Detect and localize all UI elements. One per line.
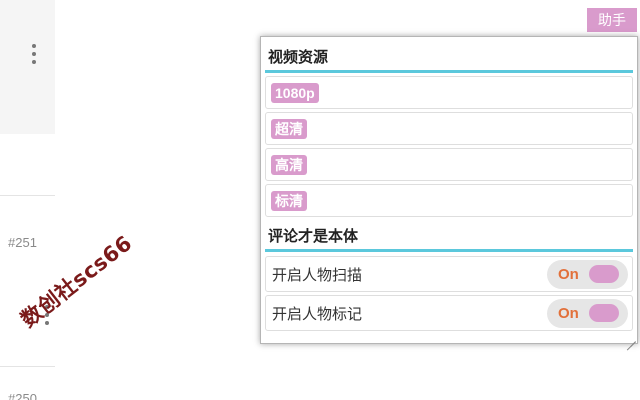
page: #251 #250 数创社scs66 助手 视频资源 1080p 超清 高清 标…	[0, 0, 640, 400]
comment-section-title: 评论才是本体	[265, 220, 633, 252]
video-section-title: 视频资源	[265, 41, 633, 73]
resource-item-super-hd[interactable]: 超清	[265, 112, 633, 145]
resource-label: 高清	[271, 154, 307, 175]
resource-item-sd[interactable]: 标清	[265, 184, 633, 217]
toggle-knob	[589, 304, 619, 322]
toggle-list: 开启人物扫描 On 开启人物标记 On	[265, 256, 633, 331]
resize-grip-icon[interactable]	[626, 332, 636, 351]
divider	[0, 195, 55, 196]
post-number: #250	[8, 391, 37, 400]
post-number: #251	[8, 235, 37, 250]
divider	[0, 366, 55, 367]
toggle-label: 开启人物标记	[272, 305, 363, 323]
resource-item-hd[interactable]: 高清	[265, 148, 633, 181]
mark-toggle[interactable]: On	[547, 298, 628, 328]
resource-item-1080p[interactable]: 1080p	[265, 76, 633, 109]
toggle-row-mark: 开启人物标记 On	[265, 295, 633, 331]
scan-toggle[interactable]: On	[547, 259, 628, 289]
toggle-state: On	[558, 265, 579, 283]
resource-label: 1080p	[271, 82, 319, 103]
comment-card	[0, 0, 55, 134]
resource-label: 超清	[271, 118, 307, 139]
resource-list: 1080p 超清 高清 标清	[265, 76, 633, 217]
toggle-row-scan: 开启人物扫描 On	[265, 256, 633, 292]
more-vertical-icon[interactable]	[29, 44, 39, 64]
toggle-state: On	[558, 304, 579, 322]
toggle-label: 开启人物扫描	[272, 266, 363, 284]
helper-panel: 视频资源 1080p 超清 高清 标清 评论才是本体 开启人物扫描 On 开启人…	[260, 36, 638, 351]
resource-label: 标清	[271, 190, 307, 211]
helper-button[interactable]: 助手	[587, 8, 637, 32]
toggle-knob	[589, 265, 619, 283]
